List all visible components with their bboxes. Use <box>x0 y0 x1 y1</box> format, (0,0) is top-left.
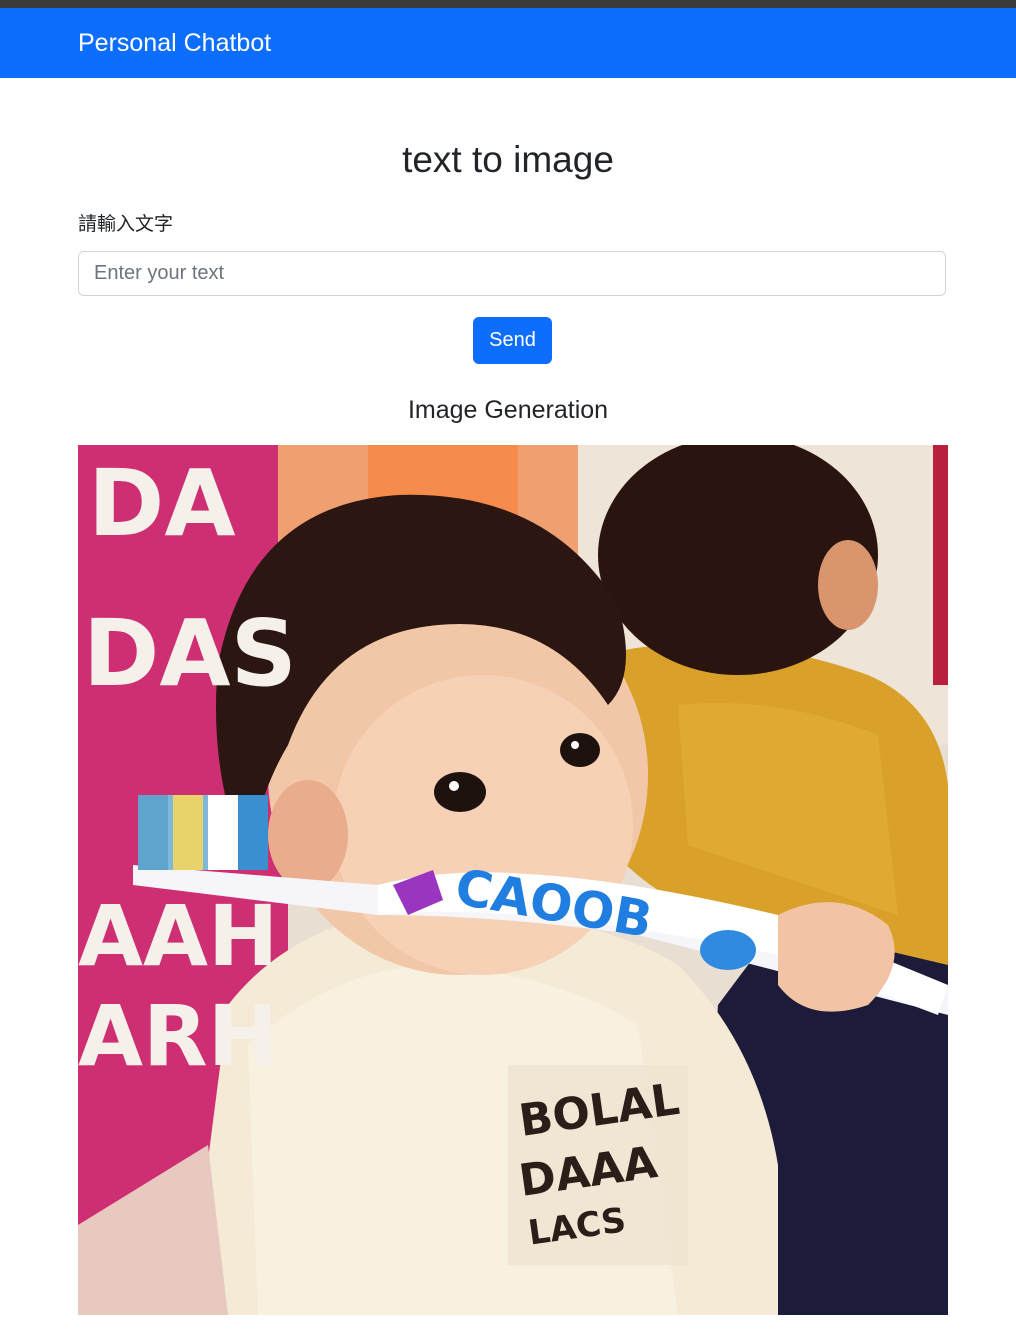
poster-lettering: ARH <box>78 987 278 1085</box>
poster-lettering: DAS <box>83 600 297 707</box>
generated-image: DA DAS AAH ARH CAOOB BOLAL DAAA LACS <box>78 445 948 1315</box>
poster-lettering: DA <box>88 450 236 557</box>
page-title: text to image <box>402 139 614 180</box>
generated-image-artwork: DA DAS AAH ARH CAOOB BOLAL DAAA LACS <box>78 445 948 1315</box>
text-input-label: 請輸入文字 <box>78 214 174 235</box>
text-input[interactable] <box>78 251 946 296</box>
navbar: Personal Chatbot <box>0 8 1016 78</box>
send-button[interactable]: Send <box>473 317 552 364</box>
poster-lettering: AAH <box>78 887 278 985</box>
navbar-brand[interactable]: Personal Chatbot <box>78 8 271 78</box>
image-generation-title: Image Generation <box>407 396 609 424</box>
window-top-strip <box>0 0 1016 8</box>
